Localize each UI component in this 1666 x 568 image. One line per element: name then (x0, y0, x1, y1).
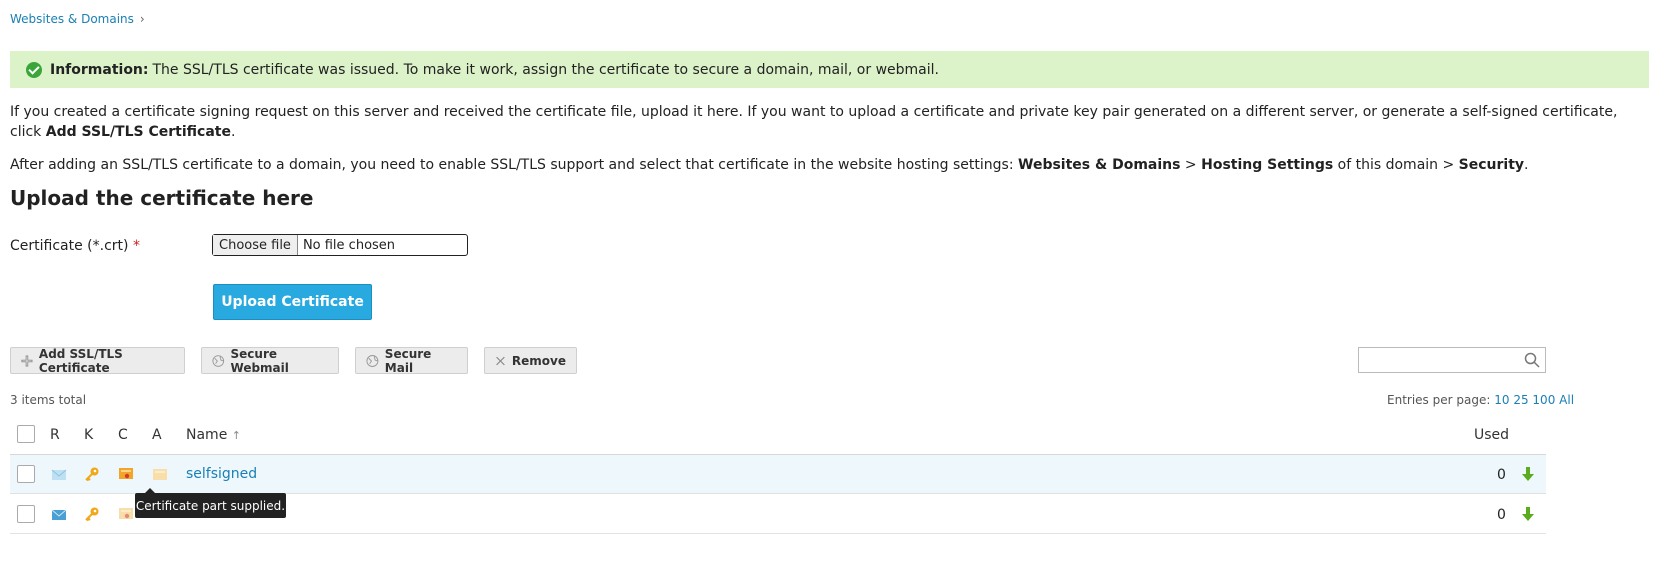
file-status-text: No file chosen (302, 237, 396, 253)
entries-option-100[interactable]: 100 (1532, 393, 1555, 407)
intro-p1-text: If you created a certificate signing req… (10, 104, 1618, 140)
mail-icon (51, 509, 67, 520)
entries-label: Entries per page: (1387, 393, 1491, 407)
entries-option-all[interactable]: All (1559, 393, 1574, 407)
mail-icon (51, 469, 67, 480)
intro-p1-bold: Add SSL/TLS Certificate (45, 124, 231, 140)
chevron-right-icon: › (139, 12, 145, 26)
column-k: K (84, 427, 94, 443)
entries-per-page: Entries per page: 10 25 100 All (1387, 393, 1574, 407)
intro-p2-end: . (1524, 157, 1529, 173)
search-icon (1524, 352, 1540, 368)
plus-icon (21, 354, 33, 367)
certificate-icon (119, 468, 133, 479)
row-checkbox[interactable] (17, 465, 35, 483)
secure-webmail-label: Secure Webmail (230, 346, 289, 375)
globe-icon (212, 354, 225, 367)
column-c: C (118, 427, 128, 443)
key-icon (85, 467, 99, 482)
remove-label: Remove (511, 353, 566, 368)
entries-option-25[interactable]: 25 (1513, 393, 1528, 407)
column-name[interactable]: Name ↑ (186, 427, 241, 443)
key-icon (85, 507, 99, 522)
secure-mail-button[interactable]: Secure Mail (355, 346, 468, 375)
used-count: 0 (1497, 467, 1506, 483)
column-name-label: Name (186, 427, 228, 443)
remove-x-icon (496, 356, 505, 365)
secure-mail-label: Secure Mail (384, 346, 432, 375)
intro-p2-b3: Security (1458, 157, 1525, 173)
required-mark: * (132, 238, 140, 254)
intro-p2-b2: Hosting Settings (1201, 157, 1334, 173)
ca-certificate-icon (153, 469, 167, 480)
intro-p2-a: After adding an SSL/TLS certificate to a… (10, 157, 1019, 173)
intro-paragraph-1: If you created a certificate signing req… (10, 102, 1630, 142)
intro-p2-b1: Websites & Domains (1018, 157, 1181, 173)
certificate-file-input[interactable]: Choose file No file chosen (212, 234, 468, 256)
remove-button[interactable]: Remove (484, 347, 577, 374)
intro-p2-gt: > (1180, 157, 1202, 173)
intro-p1-end: . (230, 124, 236, 140)
column-a: A (152, 427, 162, 443)
tooltip: Certificate part supplied. (135, 488, 286, 518)
select-all-checkbox[interactable] (17, 425, 35, 443)
row-checkbox[interactable] (17, 505, 35, 523)
sort-arrow-icon: ↑ (231, 429, 241, 442)
info-label: Information: (50, 61, 149, 78)
info-text: The SSL/TLS certificate was issued. To m… (152, 61, 939, 78)
info-banner: Information: The SSL/TLS certificate was… (10, 51, 1649, 88)
entries-option-10[interactable]: 10 (1494, 393, 1509, 407)
breadcrumb: Websites & Domains › (10, 12, 145, 26)
certificate-icon (119, 508, 133, 519)
choose-file-button[interactable]: Choose file (213, 235, 298, 255)
used-count: 0 (1497, 507, 1506, 523)
upload-section-title: Upload the certificate here (10, 186, 314, 210)
search-input[interactable] (1358, 347, 1546, 373)
globe-icon (366, 354, 379, 367)
items-total: 3 items total (10, 393, 87, 407)
add-ssl-label: Add SSL/TLS Certificate (38, 346, 123, 375)
check-circle-icon (26, 61, 42, 78)
download-arrow-icon[interactable] (1521, 466, 1535, 482)
download-arrow-icon[interactable] (1521, 506, 1535, 522)
certificate-label-text: Certificate (*.crt) (10, 238, 129, 254)
intro-p2-mid: of this domain > (1333, 157, 1459, 173)
breadcrumb-websites-domains[interactable]: Websites & Domains (10, 12, 134, 26)
intro-paragraph-2: After adding an SSL/TLS certificate to a… (10, 155, 1630, 175)
column-r: R (50, 427, 60, 443)
certificate-field-label: Certificate (*.crt) * (10, 238, 140, 254)
add-ssl-certificate-button[interactable]: Add SSL/TLS Certificate (10, 346, 185, 375)
column-used: Used (1474, 427, 1510, 443)
certificate-name-link[interactable]: selfsigned (186, 466, 257, 482)
upload-certificate-button[interactable]: Upload Certificate (213, 284, 372, 320)
secure-webmail-button[interactable]: Secure Webmail (201, 346, 339, 375)
